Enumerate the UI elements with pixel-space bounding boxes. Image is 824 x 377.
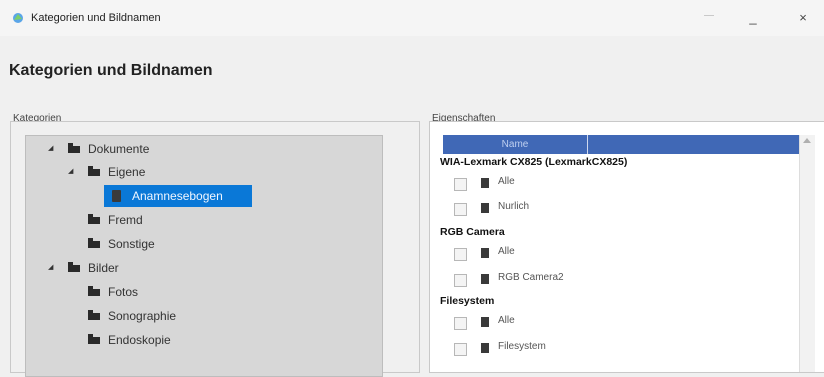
tree-item-sonstige[interactable]: Sonstige — [88, 233, 238, 255]
folder-icon — [88, 166, 100, 176]
window-title: Kategorien und Bildnamen — [31, 12, 161, 24]
folder-icon — [88, 214, 100, 224]
page-title: Kategorien und Bildnamen — [9, 62, 213, 79]
expand-icon[interactable]: ◢ — [68, 161, 73, 183]
tree-item-dokumente[interactable]: ◢ Dokumente — [48, 138, 238, 160]
document-icon — [481, 178, 489, 188]
properties-panel: Name WIA-Lexmark CX825 (LexmarkCX825) Al… — [429, 121, 824, 373]
checkbox[interactable] — [454, 248, 467, 261]
categories-panel: ◢ Dokumente ◢ Eigene Anamnesebogen Fremd… — [10, 121, 420, 377]
grid-header: Name — [443, 135, 815, 154]
folder-icon — [88, 310, 100, 320]
folder-icon — [68, 262, 80, 272]
scroll-up-icon[interactable] — [803, 138, 811, 143]
name-column-header[interactable]: Name — [443, 135, 588, 154]
restore-button[interactable] — [704, 15, 714, 16]
document-icon — [481, 343, 489, 353]
folder-icon — [88, 286, 100, 296]
group-row-rgb-camera: RGB Camera — [440, 226, 505, 238]
expand-icon[interactable]: ◢ — [48, 138, 53, 160]
properties-grid: WIA-Lexmark CX825 (LexmarkCX825) Alle Nu… — [434, 154, 799, 372]
checkbox[interactable] — [454, 317, 467, 330]
expand-icon[interactable]: ◢ — [48, 257, 53, 279]
group-row-filesystem: Filesystem — [440, 295, 495, 307]
tree-item-bilder[interactable]: ◢ Bilder — [48, 257, 238, 279]
app-icon — [13, 13, 23, 23]
folder-icon — [88, 238, 100, 248]
document-icon — [481, 203, 489, 213]
checkbox[interactable] — [454, 178, 467, 191]
document-icon — [481, 248, 489, 258]
document-icon — [481, 317, 489, 327]
tree-item-sonographie[interactable]: Sonographie — [88, 305, 258, 327]
tree-item-endoskopie[interactable]: Endoskopie — [88, 329, 258, 351]
group-row-wia: WIA-Lexmark CX825 (LexmarkCX825) — [440, 156, 628, 168]
tree-item-eigene[interactable]: ◢ Eigene — [68, 161, 238, 183]
vertical-scrollbar[interactable] — [799, 135, 815, 372]
minimize-button[interactable]: _ — [736, 6, 770, 30]
document-icon — [481, 274, 489, 284]
checkbox[interactable] — [454, 343, 467, 356]
tree-item-fremd[interactable]: Fremd — [88, 209, 238, 231]
checkbox[interactable] — [454, 274, 467, 287]
close-button[interactable]: × — [786, 6, 820, 30]
checkbox[interactable] — [454, 203, 467, 216]
category-tree[interactable]: ◢ Dokumente ◢ Eigene Anamnesebogen Fremd… — [25, 135, 383, 377]
title-bar: Kategorien und Bildnamen _ × — [0, 0, 824, 36]
folder-icon — [88, 334, 100, 344]
document-icon — [112, 190, 121, 202]
folder-icon — [68, 143, 80, 153]
tree-item-fotos[interactable]: Fotos — [88, 281, 238, 303]
tree-item-anamnesebogen[interactable]: Anamnesebogen — [104, 185, 252, 207]
